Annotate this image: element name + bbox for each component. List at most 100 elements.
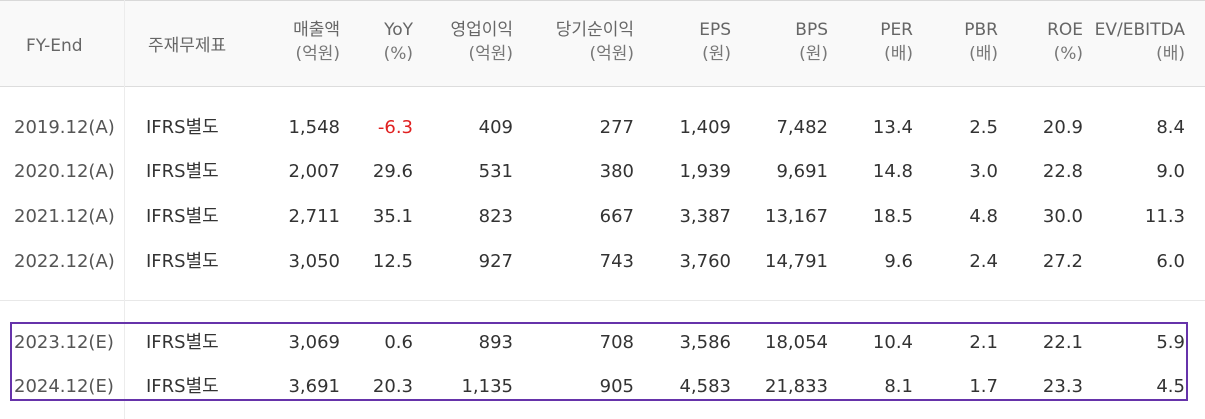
row-op-income: 409 [478, 117, 513, 138]
header-net-income: 당기순이익 (억원) [556, 18, 634, 66]
row-net-income: 380 [599, 161, 634, 182]
row-bps: 7,482 [776, 117, 828, 138]
row-ev-ebitda: 11.3 [1144, 206, 1185, 227]
row-year: 2020.12(A) [14, 161, 115, 182]
row-eps: 3,760 [679, 251, 731, 272]
row-pbr: 2.5 [969, 117, 998, 138]
header-eps-unit: (원) [702, 44, 731, 64]
header-per-label: PER [880, 20, 913, 40]
header-net-income-unit: (억원) [589, 44, 634, 64]
row-yoy: 20.3 [372, 376, 413, 397]
row-eps: 3,586 [679, 332, 731, 353]
row-eps: 4,583 [679, 376, 731, 397]
row-ev-ebitda: 9.0 [1156, 161, 1185, 182]
row-pbr: 3.0 [969, 161, 998, 182]
row-op-income: 823 [478, 206, 513, 227]
row-per: 14.8 [872, 161, 913, 182]
header-net-income-label: 당기순이익 [555, 20, 634, 40]
row-basis: IFRS별도 [146, 251, 219, 272]
row-bps: 13,167 [765, 206, 828, 227]
row-pbr: 2.4 [969, 251, 998, 272]
header-op-income-unit: (억원) [468, 44, 513, 64]
header-ev-ebitda: EV/EBITDA (배) [1095, 18, 1185, 66]
row-year: 2023.12(E) [14, 332, 114, 353]
row-basis: IFRS별도 [146, 376, 219, 397]
header-per: PER (배) [880, 18, 913, 66]
row-net-income: 277 [599, 117, 634, 138]
row-pbr: 4.8 [969, 206, 998, 227]
row-per: 10.4 [872, 332, 913, 353]
header-ev-ebitda-unit: (배) [1156, 44, 1185, 64]
row-eps: 3,387 [679, 206, 731, 227]
header-sales: 매출액 (억원) [293, 18, 340, 66]
header-roe-unit: (%) [1053, 44, 1083, 64]
row-per: 13.4 [872, 117, 913, 138]
row-eps: 1,409 [679, 117, 731, 138]
header-yoy: YoY (%) [384, 18, 413, 66]
row-basis: IFRS별도 [146, 117, 219, 138]
header-fy-end: FY-End [26, 36, 83, 56]
row-net-income: 905 [599, 376, 634, 397]
row-yoy: -6.3 [377, 117, 413, 138]
row-bps: 9,691 [776, 161, 828, 182]
row-op-income: 927 [478, 251, 513, 272]
header-pbr: PBR (배) [964, 18, 998, 66]
header-yoy-unit: (%) [383, 44, 413, 64]
header-eps-label: EPS [699, 20, 731, 40]
row-ev-ebitda: 4.5 [1156, 376, 1185, 397]
row-yoy: 35.1 [372, 206, 413, 227]
row-roe: 27.2 [1042, 251, 1083, 272]
row-net-income: 708 [599, 332, 634, 353]
row-net-income: 743 [599, 251, 634, 272]
row-yoy: 29.6 [372, 161, 413, 182]
actual-estimate-divider [0, 300, 1205, 301]
header-bps: BPS (원) [795, 18, 828, 66]
row-roe: 20.9 [1042, 117, 1083, 138]
row-bps: 21,833 [765, 376, 828, 397]
row-basis: IFRS별도 [146, 161, 219, 182]
header-pbr-unit: (배) [969, 44, 998, 64]
row-year: 2024.12(E) [14, 376, 114, 397]
row-sales: 3,691 [288, 376, 340, 397]
row-op-income: 893 [478, 332, 513, 353]
row-year: 2022.12(A) [14, 251, 115, 272]
header-basis: 주재무제표 [148, 36, 227, 56]
row-year: 2019.12(A) [14, 117, 115, 138]
row-sales: 2,711 [288, 206, 340, 227]
header-bps-label: BPS [795, 20, 828, 40]
row-per: 9.6 [884, 251, 913, 272]
header-ev-ebitda-label: EV/EBITDA [1094, 20, 1185, 40]
header-per-unit: (배) [884, 44, 913, 64]
row-op-income: 531 [478, 161, 513, 182]
row-roe: 23.3 [1042, 376, 1083, 397]
row-bps: 18,054 [765, 332, 828, 353]
row-ev-ebitda: 8.4 [1156, 117, 1185, 138]
row-sales: 3,069 [288, 332, 340, 353]
row-roe: 30.0 [1042, 206, 1083, 227]
row-sales: 3,050 [288, 251, 340, 272]
row-per: 18.5 [872, 206, 913, 227]
header-op-income: 영업이익 (억원) [450, 18, 513, 66]
header-roe: ROE (%) [1047, 18, 1083, 66]
row-bps: 14,791 [765, 251, 828, 272]
row-pbr: 1.7 [969, 376, 998, 397]
header-yoy-label: YoY [384, 20, 413, 40]
header-divider [0, 86, 1205, 87]
header-sales-label: 매출액 [293, 20, 340, 40]
row-ev-ebitda: 6.0 [1156, 251, 1185, 272]
header-bps-unit: (원) [799, 44, 828, 64]
table-top-border [0, 0, 1205, 1]
row-sales: 1,548 [288, 117, 340, 138]
row-basis: IFRS별도 [146, 332, 219, 353]
header-pbr-label: PBR [964, 20, 998, 40]
row-roe: 22.8 [1042, 161, 1083, 182]
row-ev-ebitda: 5.9 [1156, 332, 1185, 353]
row-eps: 1,939 [679, 161, 731, 182]
row-yoy: 0.6 [384, 332, 413, 353]
row-pbr: 2.1 [969, 332, 998, 353]
header-op-income-label: 영업이익 [450, 20, 513, 40]
row-net-income: 667 [599, 206, 634, 227]
row-per: 8.1 [884, 376, 913, 397]
row-yoy: 12.5 [372, 251, 413, 272]
header-eps: EPS (원) [699, 18, 731, 66]
